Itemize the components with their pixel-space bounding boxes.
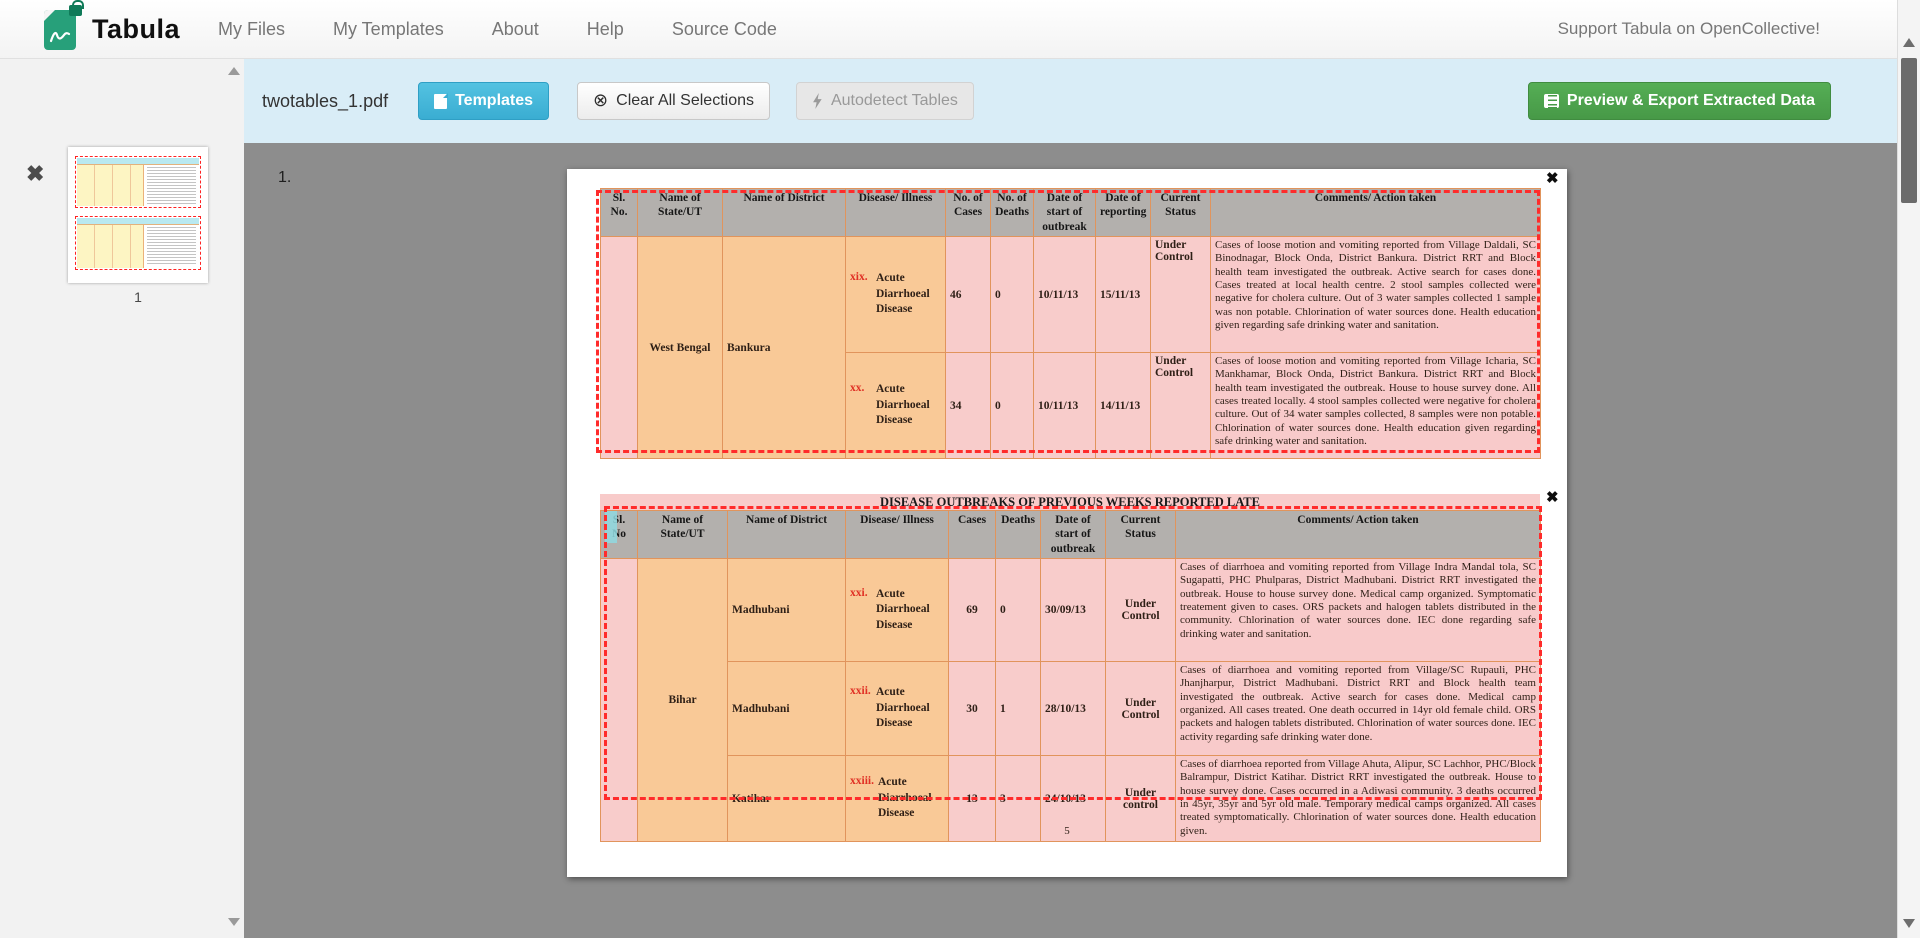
clear-button-label: Clear All Selections (616, 92, 754, 110)
toolbar: twotables_1.pdf Templates ⊗ Clear All Se… (244, 59, 1897, 143)
nav-about[interactable]: About (492, 19, 539, 40)
lightning-bolt-icon (812, 93, 823, 109)
page-thumbnail[interactable] (68, 147, 208, 283)
circled-x-icon: ⊗ (593, 92, 608, 110)
table-list-icon (1544, 94, 1559, 108)
sidebar-scrollbar[interactable] (226, 63, 241, 934)
brand[interactable]: Tabula (44, 7, 180, 51)
brand-name: Tabula (92, 14, 180, 45)
nav-source-code[interactable]: Source Code (672, 19, 777, 40)
lock-icon (69, 5, 82, 16)
viewer-page-label: 1. (278, 169, 291, 187)
scroll-up-icon[interactable] (1903, 38, 1915, 47)
export-button-label: Preview & Export Extracted Data (1567, 92, 1815, 110)
thumbnail-page-number: 1 (68, 289, 208, 305)
thumbnail-selection-2 (75, 216, 201, 270)
scroll-down-icon[interactable] (1903, 919, 1915, 928)
nav-help[interactable]: Help (587, 19, 624, 40)
templates-button[interactable]: Templates (418, 82, 549, 120)
templates-button-label: Templates (455, 92, 533, 110)
pdf-page[interactable]: Sl. No. Name of State/UT Name of Distric… (567, 169, 1567, 877)
close-selection-1-icon[interactable]: ✖ (1546, 171, 1559, 186)
scrollbar-thumb[interactable] (1901, 58, 1917, 203)
navbar: Tabula My Files My Templates About Help … (0, 0, 1920, 59)
template-file-icon (434, 94, 447, 109)
support-link[interactable]: Support Tabula on OpenCollective! (1558, 19, 1820, 39)
clear-all-selections-button[interactable]: ⊗ Clear All Selections (577, 82, 770, 120)
pdf-page-number: 5 (567, 825, 1567, 837)
close-selection-2-icon[interactable]: ✖ (1546, 490, 1559, 505)
document-filename: twotables_1.pdf (262, 91, 388, 112)
autodetect-button-label: Autodetect Tables (831, 92, 958, 110)
table-selection-1[interactable] (596, 190, 1540, 453)
nav-my-files[interactable]: My Files (218, 19, 285, 40)
nav-my-templates[interactable]: My Templates (333, 19, 444, 40)
nav-links: My Files My Templates About Help Source … (218, 19, 777, 40)
table-selection-2[interactable] (604, 506, 1542, 800)
pdf-swirl-icon (49, 27, 71, 45)
tabula-logo-icon (44, 7, 80, 51)
preview-export-button[interactable]: Preview & Export Extracted Data (1528, 82, 1831, 120)
scroll-up-icon[interactable] (228, 67, 240, 75)
remove-page-icon[interactable]: ✖ (26, 163, 44, 185)
thumbnail-selection-1 (75, 156, 201, 208)
sidebar-thumbnails: ✖ 1 (0, 59, 244, 938)
scroll-down-icon[interactable] (228, 918, 240, 926)
autodetect-tables-button[interactable]: Autodetect Tables (796, 82, 974, 120)
pdf-viewer: 1. Sl. No. Name of State/UT Name of Dist… (244, 143, 1897, 938)
window-scrollbar[interactable] (1897, 0, 1920, 938)
